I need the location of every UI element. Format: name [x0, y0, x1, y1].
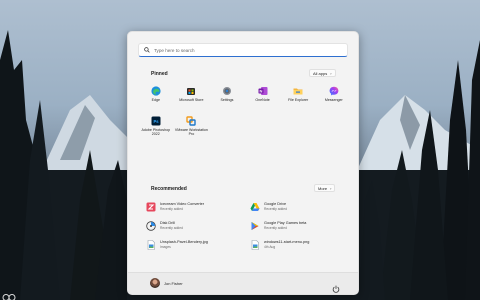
folder-icon	[293, 85, 304, 96]
pinned-app-photoshop[interactable]: Ps Adobe Photoshop 2022	[138, 112, 174, 138]
vmware-icon	[186, 115, 197, 126]
app-label: Adobe Photoshop 2022	[141, 128, 171, 137]
recommended-item-name: Disk Drill	[160, 221, 175, 225]
search-box[interactable]	[138, 43, 348, 57]
image-file-icon	[146, 239, 156, 250]
start-menu: Pinned All apps › Edge Microsoft Store S…	[127, 31, 359, 295]
recommended-item-unsplash-image[interactable]: Unsplash-Pavel-Bendery.jpg Images	[146, 237, 250, 252]
pinned-title: Pinned	[151, 71, 168, 77]
app-label: Settings	[220, 98, 234, 102]
more-label: More	[318, 185, 328, 191]
icecream-icon	[146, 202, 156, 212]
onenote-icon: N	[257, 85, 268, 96]
start-menu-footer: Jon Fisher	[128, 272, 358, 294]
watermark-logo	[2, 289, 20, 300]
pinned-app-onenote[interactable]: N OneNote	[245, 82, 281, 108]
svg-text:Ps: Ps	[153, 118, 159, 123]
recommended-item-name: windows11-start-menu.png	[264, 240, 310, 244]
recommended-item-play-games[interactable]: Google Play Games beta Recently added	[250, 218, 342, 233]
messenger-icon	[328, 85, 339, 96]
recommended-item-name: Google Play Games beta	[264, 221, 307, 225]
all-apps-button[interactable]: All apps ›	[309, 69, 336, 77]
pinned-apps-grid: Edge Microsoft Store Settings N OneNote …	[138, 82, 352, 138]
app-label: Edge	[151, 98, 160, 102]
app-label: VMware Workstation Pro	[174, 128, 208, 137]
pinned-app-messenger[interactable]: Messenger	[316, 82, 352, 108]
recommended-item-sub: Images	[160, 245, 171, 249]
photoshop-icon: Ps	[150, 115, 161, 126]
user-name: Jon Fisher	[164, 280, 183, 286]
pinned-app-settings[interactable]: Settings	[209, 82, 245, 108]
app-label: Microsoft Store	[179, 98, 204, 102]
recommended-item-sub: Recently added	[160, 207, 183, 211]
google-drive-icon	[250, 202, 260, 212]
settings-icon	[221, 85, 232, 96]
recommended-item-icecream[interactable]: Icecream Video Converter Recently added	[146, 199, 250, 214]
power-icon	[332, 285, 340, 293]
more-button[interactable]: More ›	[314, 184, 336, 192]
store-icon	[186, 85, 197, 96]
recommended-item-name: Icecream Video Converter	[160, 202, 205, 206]
chevron-right-icon: ›	[330, 185, 332, 191]
recommended-item-windows11-image[interactable]: windows11-start-menu.png 4th Aug	[250, 237, 342, 252]
pinned-app-vmware[interactable]: VMware Workstation Pro	[174, 112, 210, 138]
recommended-item-name: Unsplash-Pavel-Bendery.jpg	[160, 240, 208, 244]
pinned-app-edge[interactable]: Edge	[138, 82, 174, 108]
search-icon	[144, 47, 150, 53]
app-label: OneNote	[255, 98, 270, 102]
all-apps-label: All apps	[313, 70, 328, 76]
play-games-icon	[250, 221, 260, 231]
pinned-app-file-explorer[interactable]: File Explorer	[280, 82, 316, 108]
recommended-item-name: Google Drive	[264, 202, 287, 206]
recommended-item-sub: Recently added	[264, 207, 287, 211]
chevron-right-icon: ›	[330, 70, 332, 76]
image-file-icon	[250, 239, 260, 250]
avatar	[150, 278, 160, 288]
app-label: File Explorer	[288, 98, 309, 102]
pinned-app-microsoft-store[interactable]: Microsoft Store	[174, 82, 210, 108]
recommended-item-disk-drill[interactable]: Disk Drill Recently added	[146, 218, 250, 233]
recommended-list: Icecream Video Converter Recently added …	[146, 199, 342, 252]
recommended-item-sub: Recently added	[160, 226, 183, 230]
user-account-button[interactable]: Jon Fisher	[150, 278, 183, 288]
edge-icon	[150, 85, 161, 96]
recommended-title: Recommended	[151, 186, 187, 192]
power-button[interactable]	[332, 280, 340, 294]
recommended-item-sub: Recently added	[264, 226, 287, 230]
disk-drill-icon	[146, 220, 156, 231]
recommended-item-google-drive[interactable]: Google Drive Recently added	[250, 199, 342, 214]
search-input[interactable]	[154, 47, 334, 53]
recommended-item-sub: 4th Aug	[264, 245, 276, 249]
svg-text:N: N	[259, 88, 262, 93]
app-label: Messenger	[324, 98, 343, 102]
